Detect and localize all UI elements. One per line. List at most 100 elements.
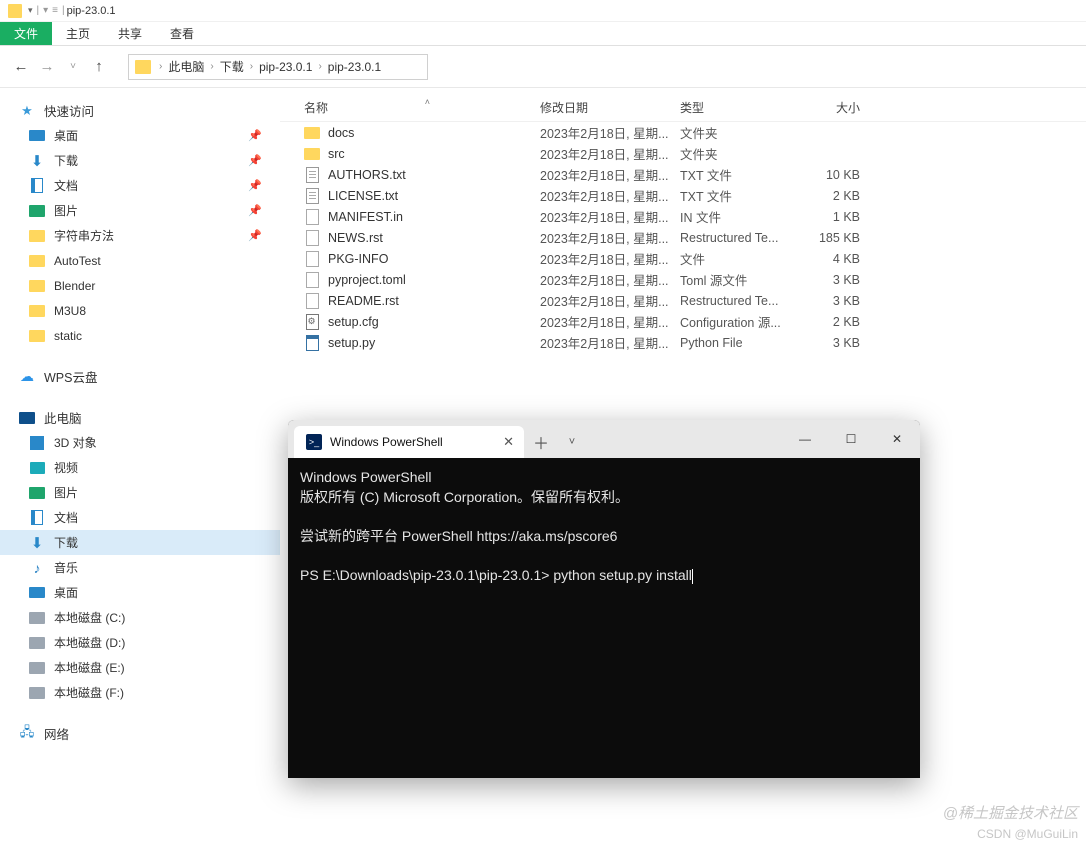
menu-view[interactable]: 查看	[156, 22, 208, 45]
sidebar-item[interactable]: AutoTest	[0, 248, 280, 273]
sidebar-item[interactable]: ♪音乐	[0, 555, 280, 580]
file-row[interactable]: MANIFEST.in2023年2月18日, 星期...IN 文件1 KB	[280, 206, 1086, 227]
pin-icon: 📌	[248, 129, 262, 142]
pin-icon: 📌	[248, 179, 262, 192]
network-icon: 🖧	[18, 725, 36, 743]
menu-share[interactable]: 共享	[104, 22, 156, 45]
desktop-icon	[28, 584, 46, 602]
sidebar-item[interactable]: M3U8	[0, 298, 280, 323]
menu-home[interactable]: 主页	[52, 22, 104, 45]
drive-icon	[28, 634, 46, 652]
sidebar-item[interactable]: 文档📌	[0, 173, 280, 198]
menu-file[interactable]: 文件	[0, 22, 52, 45]
sidebar-item[interactable]: ⬇下载	[0, 530, 280, 555]
breadcrumb-seg[interactable]: 此电脑	[164, 58, 208, 75]
window-minimize[interactable]: —	[782, 420, 828, 458]
watermark: CSDN @MuGuiLin	[977, 827, 1078, 841]
doc-icon	[28, 177, 46, 195]
nav-up[interactable]: ↑	[88, 56, 110, 78]
title-bar: ▾ | ▾ ≡ | pip-23.0.1	[0, 0, 1086, 22]
new-tab-button[interactable]: ＋	[524, 426, 558, 458]
menu-bar: 文件 主页 共享 查看	[0, 22, 1086, 46]
file-row[interactable]: README.rst2023年2月18日, 星期...Restructured …	[280, 290, 1086, 311]
terminal-line: 版权所有 (C) Microsoft Corporation。保留所有权利。	[300, 488, 908, 508]
folder-icon	[28, 302, 46, 320]
sidebar-item[interactable]: 本地磁盘 (D:)	[0, 630, 280, 655]
watermark: @稀土掘金技术社区	[943, 802, 1078, 823]
window-close[interactable]: ✕	[874, 420, 920, 458]
sidebar-item[interactable]: ⬇下载📌	[0, 148, 280, 173]
sidebar-item[interactable]: static	[0, 323, 280, 348]
terminal-command: python setup.py install	[553, 567, 692, 583]
video-icon	[28, 459, 46, 477]
sidebar-item[interactable]: 图片	[0, 480, 280, 505]
3d-icon	[28, 434, 46, 452]
chevron-down-icon[interactable]: ▾	[28, 5, 33, 16]
cloud-icon: ☁	[18, 368, 36, 386]
file-icon	[304, 230, 320, 246]
file-icon	[304, 188, 320, 204]
terminal-line	[300, 546, 908, 566]
file-row[interactable]: setup.py2023年2月18日, 星期...Python File3 KB	[280, 332, 1086, 353]
drive-icon	[28, 684, 46, 702]
file-row[interactable]: src2023年2月18日, 星期...文件夹	[280, 143, 1086, 164]
nav-recent[interactable]: ˅	[62, 56, 84, 78]
breadcrumb[interactable]: › 此电脑› 下载› pip-23.0.1› pip-23.0.1	[128, 54, 428, 80]
file-icon	[304, 251, 320, 267]
down-icon: ⬇	[28, 152, 46, 170]
network-header[interactable]: 🖧 网络	[0, 721, 280, 746]
file-row[interactable]: pyproject.toml2023年2月18日, 星期...Toml 源文件3…	[280, 269, 1086, 290]
file-icon	[304, 125, 320, 141]
terminal-tab[interactable]: >_ Windows PowerShell ✕	[294, 426, 524, 458]
sidebar-item[interactable]: 本地磁盘 (E:)	[0, 655, 280, 680]
folder-icon	[8, 4, 22, 18]
nav-pane: ★ 快速访问 桌面📌⬇下载📌文档📌图片📌字符串方法📌AutoTestBlende…	[0, 88, 280, 851]
sidebar-item[interactable]: 本地磁盘 (F:)	[0, 680, 280, 705]
breadcrumb-seg[interactable]: pip-23.0.1	[255, 60, 316, 74]
folder-icon	[28, 227, 46, 245]
nav-forward[interactable]: →	[36, 56, 58, 78]
sidebar-item[interactable]: 视频	[0, 455, 280, 480]
terminal-body[interactable]: Windows PowerShell版权所有 (C) Microsoft Cor…	[288, 458, 920, 596]
terminal-line	[300, 507, 908, 527]
sidebar-item[interactable]: 图片📌	[0, 198, 280, 223]
window-maximize[interactable]: ☐	[828, 420, 874, 458]
tab-close-icon[interactable]: ✕	[503, 434, 514, 450]
file-row[interactable]: LICENSE.txt2023年2月18日, 星期...TXT 文件2 KB	[280, 185, 1086, 206]
this-pc-header[interactable]: 此电脑	[0, 405, 280, 430]
file-row[interactable]: AUTHORS.txt2023年2月18日, 星期...TXT 文件10 KB	[280, 164, 1086, 185]
column-headers[interactable]: 名称˄ 修改日期 类型 大小	[280, 94, 1086, 122]
file-icon	[304, 167, 320, 183]
pin-icon: 📌	[248, 154, 262, 167]
file-icon	[304, 209, 320, 225]
sidebar-item[interactable]: 字符串方法📌	[0, 223, 280, 248]
file-row[interactable]: NEWS.rst2023年2月18日, 星期...Restructured Te…	[280, 227, 1086, 248]
sidebar-item[interactable]: 桌面	[0, 580, 280, 605]
quick-access-header[interactable]: ★ 快速访问	[0, 98, 280, 123]
folder-icon	[28, 277, 46, 295]
file-icon	[304, 293, 320, 309]
tab-dropdown-icon[interactable]: ˅	[558, 426, 586, 458]
doc-icon	[28, 509, 46, 527]
file-row[interactable]: setup.cfg2023年2月18日, 星期...Configuration …	[280, 311, 1086, 332]
music-icon: ♪	[28, 559, 46, 577]
folder-icon	[28, 327, 46, 345]
sidebar-item[interactable]: 桌面📌	[0, 123, 280, 148]
pin-icon: 📌	[248, 229, 262, 242]
star-icon: ★	[18, 102, 36, 120]
sidebar-item[interactable]: Blender	[0, 273, 280, 298]
drive-icon	[28, 659, 46, 677]
breadcrumb-seg[interactable]: pip-23.0.1	[324, 60, 385, 74]
wps-cloud[interactable]: ☁ WPS云盘	[0, 364, 280, 389]
down-icon: ⬇	[28, 534, 46, 552]
file-icon	[304, 146, 320, 162]
sidebar-item[interactable]: 文档	[0, 505, 280, 530]
sidebar-item[interactable]: 本地磁盘 (C:)	[0, 605, 280, 630]
sidebar-item[interactable]: 3D 对象	[0, 430, 280, 455]
powershell-window[interactable]: >_ Windows PowerShell ✕ ＋ ˅ — ☐ ✕ Window…	[288, 420, 920, 778]
file-row[interactable]: PKG-INFO2023年2月18日, 星期...文件4 KB	[280, 248, 1086, 269]
breadcrumb-seg[interactable]: 下载	[216, 58, 248, 75]
file-row[interactable]: docs2023年2月18日, 星期...文件夹	[280, 122, 1086, 143]
folder-icon	[28, 252, 46, 270]
nav-back[interactable]: ←	[10, 56, 32, 78]
